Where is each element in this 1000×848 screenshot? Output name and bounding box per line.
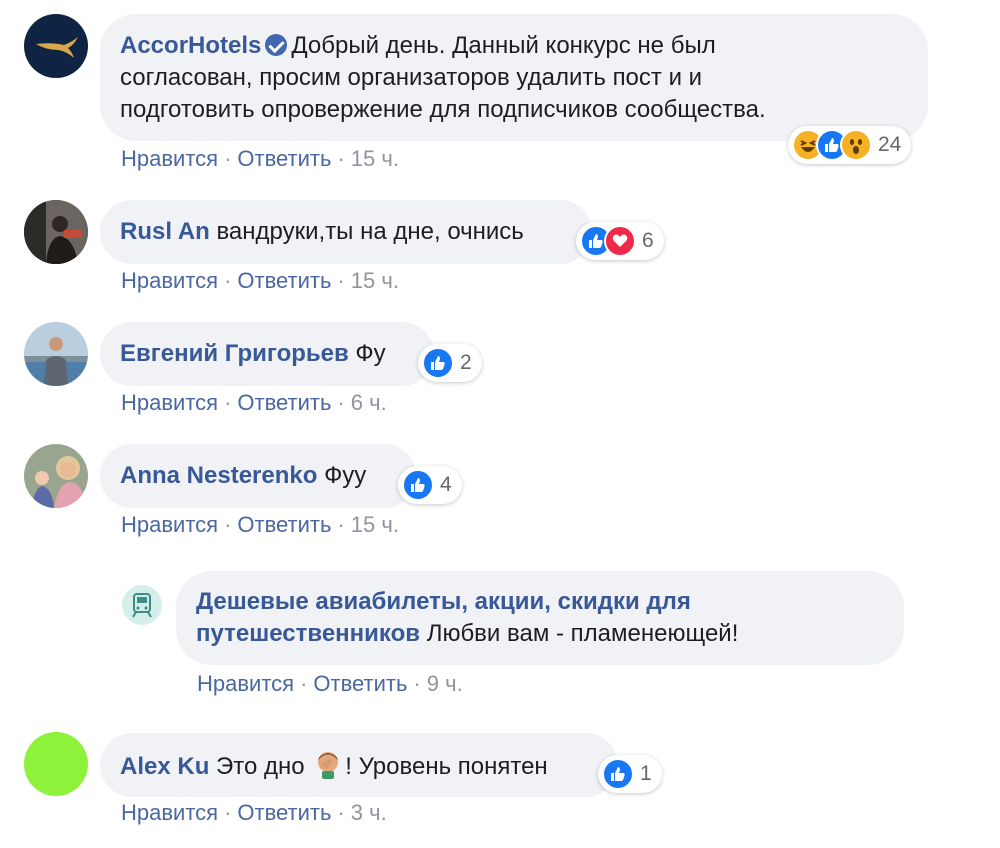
wow-icon bbox=[840, 129, 872, 161]
reaction-summary[interactable]: 24 bbox=[788, 126, 912, 164]
comment-text: Фу bbox=[355, 340, 386, 367]
separator-dot: · bbox=[337, 800, 345, 825]
separator-dot: · bbox=[337, 146, 345, 171]
comment-time[interactable]: 15 ч. bbox=[351, 512, 399, 537]
comment-time[interactable]: 9 ч. bbox=[427, 671, 463, 696]
comment-actions: Нравится · Ответить · 15 ч. bbox=[121, 268, 399, 294]
comment-bubble-alex-ku: Alex Ku Это дно ! Уровень понятен bbox=[100, 733, 618, 797]
separator-dot: · bbox=[300, 671, 308, 696]
profile-photo-icon bbox=[24, 200, 88, 264]
like-icon bbox=[402, 469, 434, 501]
like-link[interactable]: Нравится bbox=[121, 390, 218, 415]
profile-photo-icon bbox=[24, 322, 88, 386]
reply-link[interactable]: Ответить bbox=[237, 390, 331, 415]
avatar-anna-nesterenko[interactable] bbox=[24, 444, 88, 508]
comment-actions: Нравится · Ответить · 15 ч. bbox=[121, 146, 399, 172]
comment-author[interactable]: Rusl An bbox=[120, 218, 210, 245]
reply-link[interactable]: Ответить bbox=[237, 800, 331, 825]
comment-actions: Нравится · Ответить · 9 ч. bbox=[197, 671, 463, 697]
reply-bubble-cheap-flights: Дешевые авиабилеты, акции, скидки для пу… bbox=[176, 571, 904, 665]
comment-author[interactable]: Alex Ku bbox=[120, 753, 209, 780]
like-link[interactable]: Нравится bbox=[121, 268, 218, 293]
reaction-count: 4 bbox=[440, 473, 452, 496]
separator-dot: · bbox=[224, 512, 232, 537]
separator-dot: · bbox=[337, 512, 345, 537]
reply-link[interactable]: Ответить bbox=[237, 512, 331, 537]
like-link[interactable]: Нравится bbox=[121, 512, 218, 537]
separator-dot: · bbox=[413, 671, 421, 696]
reaction-summary[interactable]: 4 bbox=[398, 466, 462, 504]
comment-author-line-1[interactable]: Дешевые авиабилеты, акции, скидки для bbox=[196, 586, 884, 618]
comment-text: вандруки,ты на дне, очнись bbox=[216, 218, 524, 245]
comment-bubble-accorhotels: AccorHotels Добрый день. Данный конкурс н… bbox=[100, 14, 928, 141]
comment-text-before: Это дно bbox=[216, 753, 305, 780]
like-link[interactable]: Нравится bbox=[121, 800, 218, 825]
like-icon bbox=[422, 347, 454, 379]
comment-actions: Нравится · Ответить · 6 ч. bbox=[121, 390, 387, 416]
train-logo-icon bbox=[132, 593, 152, 618]
avatar-accorhotels[interactable] bbox=[24, 14, 88, 78]
comment-time[interactable]: 6 ч. bbox=[351, 390, 387, 415]
comment-author-line-2[interactable]: путешественников bbox=[196, 620, 420, 647]
separator-dot: · bbox=[337, 268, 345, 293]
comment-actions: Нравится · Ответить · 15 ч. bbox=[121, 512, 399, 538]
comment-time[interactable]: 3 ч. bbox=[351, 800, 387, 825]
like-link[interactable]: Нравится bbox=[121, 146, 218, 171]
like-icon bbox=[602, 758, 634, 790]
like-link[interactable]: Нравится bbox=[197, 671, 294, 696]
profile-photo-icon bbox=[24, 444, 88, 508]
avatar-rusl-an[interactable] bbox=[24, 200, 88, 264]
comment-time[interactable]: 15 ч. bbox=[351, 146, 399, 171]
facepalm-emoji-icon bbox=[313, 749, 343, 779]
reaction-summary[interactable]: 1 bbox=[598, 755, 662, 793]
reaction-count: 2 bbox=[460, 351, 472, 374]
reply-link[interactable]: Ответить bbox=[313, 671, 407, 696]
comment-text-line-3: подготовить опровержение для подписчиков… bbox=[120, 96, 766, 123]
comment-actions: Нравится · Ответить · 3 ч. bbox=[121, 800, 387, 826]
reaction-summary[interactable]: 2 bbox=[418, 344, 482, 382]
separator-dot: · bbox=[224, 268, 232, 293]
comment-time[interactable]: 15 ч. bbox=[351, 268, 399, 293]
comment-text-line-1: Добрый день. Данный конкурс не был bbox=[291, 32, 716, 59]
comment-text-line-2: согласован, просим организаторов удалить… bbox=[120, 64, 703, 91]
accor-bird-logo-icon bbox=[36, 37, 78, 58]
reaction-count: 6 bbox=[642, 229, 654, 252]
reaction-summary[interactable]: 6 bbox=[576, 222, 664, 260]
reaction-count: 24 bbox=[878, 133, 902, 156]
separator-dot: · bbox=[224, 390, 232, 415]
avatar-evgeniy-grigoryev[interactable] bbox=[24, 322, 88, 386]
comment-text: Любви вам - пламенеющей! bbox=[426, 620, 739, 647]
comment-text: Фуу bbox=[324, 462, 367, 489]
avatar-alex-ku[interactable] bbox=[24, 732, 88, 796]
comment-author[interactable]: AccorHotels bbox=[120, 32, 261, 59]
comment-author[interactable]: Anna Nesterenko bbox=[120, 462, 317, 489]
avatar-cheap-flights-page[interactable] bbox=[122, 585, 162, 625]
separator-dot: · bbox=[337, 390, 345, 415]
reaction-count: 1 bbox=[640, 762, 652, 785]
separator-dot: · bbox=[224, 800, 232, 825]
comment-bubble-evgeniy-grigoryev: Евгений Григорьев Фу bbox=[100, 322, 434, 386]
reply-link[interactable]: Ответить bbox=[237, 146, 331, 171]
comment-bubble-anna-nesterenko: Anna Nesterenko Фуу bbox=[100, 444, 416, 508]
comment-author[interactable]: Евгений Григорьев bbox=[120, 340, 349, 367]
separator-dot: · bbox=[224, 146, 232, 171]
reply-link[interactable]: Ответить bbox=[237, 268, 331, 293]
verified-badge-icon bbox=[265, 34, 288, 56]
comment-bubble-rusl-an: Rusl An вандруки,ты на дне, очнись bbox=[100, 200, 592, 264]
comment-text-after: ! Уровень понятен bbox=[345, 753, 548, 780]
love-icon bbox=[604, 225, 636, 257]
